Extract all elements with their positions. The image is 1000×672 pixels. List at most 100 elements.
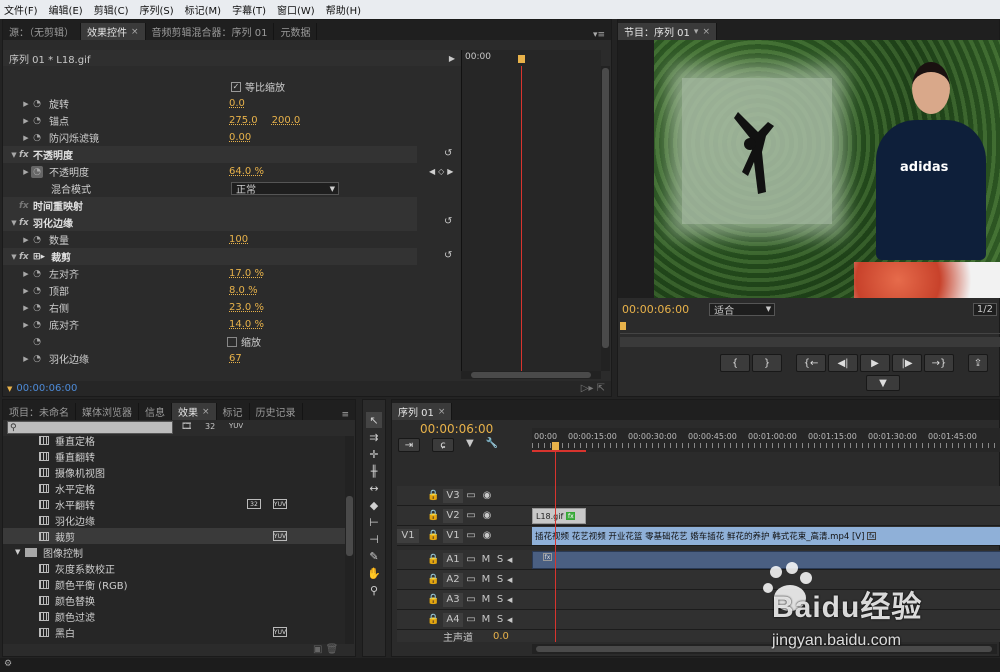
list-item[interactable]: 垂直翻转 bbox=[3, 448, 345, 464]
anchor-x-value[interactable]: 275.0 bbox=[229, 115, 258, 126]
stopwatch-icon[interactable]: ◔ bbox=[31, 285, 43, 297]
tab-sequence[interactable]: 序列 01 × bbox=[392, 403, 453, 420]
lock-icon[interactable]: 🔒 bbox=[427, 574, 443, 585]
ec-playhead-icon[interactable] bbox=[518, 55, 525, 63]
list-item[interactable]: 摄像机视图 bbox=[3, 464, 345, 480]
list-item[interactable]: 颜色替换 bbox=[3, 592, 345, 608]
speaker-icon[interactable]: ◀ bbox=[507, 556, 517, 564]
rotation-value[interactable]: 0.0 bbox=[229, 98, 245, 109]
flicker-value[interactable]: 0.00 bbox=[229, 132, 251, 143]
track-label[interactable]: A1 bbox=[443, 552, 463, 567]
program-scrubber[interactable] bbox=[620, 322, 1000, 334]
opacity-section[interactable]: ▼ fx 不透明度 bbox=[3, 146, 417, 163]
menu-window[interactable]: 窗口(W) bbox=[277, 2, 315, 17]
list-item[interactable]: 颜色平衡 (RGB) bbox=[3, 576, 345, 592]
mute-button[interactable]: M bbox=[479, 614, 493, 625]
stopwatch-icon[interactable]: ◔ bbox=[31, 302, 43, 314]
eye-icon[interactable]: ◉ bbox=[479, 490, 495, 501]
crop-left-value[interactable]: 17.0 % bbox=[229, 268, 264, 279]
menu-clip[interactable]: 剪辑(C) bbox=[94, 2, 129, 17]
close-icon[interactable]: × bbox=[202, 407, 210, 417]
film-icon[interactable]: ▭ bbox=[463, 510, 479, 521]
opacity-value[interactable]: 64.0 % bbox=[229, 166, 264, 177]
lift-button[interactable]: ⇪ bbox=[968, 354, 988, 372]
clip-l18-gif[interactable]: L18.gif fx bbox=[532, 508, 586, 524]
expand-triangle-icon[interactable]: ▶ bbox=[21, 270, 31, 278]
lock-icon[interactable]: 🔒 bbox=[427, 614, 443, 625]
track-label[interactable]: A3 bbox=[443, 592, 463, 607]
uniform-scale-checkbox[interactable]: ✓ bbox=[231, 81, 241, 92]
solo-button[interactable]: S bbox=[493, 574, 507, 585]
snap-icon[interactable]: ⇥ bbox=[398, 438, 420, 452]
menu-title[interactable]: 字幕(T) bbox=[232, 2, 266, 17]
tab-source[interactable]: 源：（无剪辑） bbox=[3, 23, 81, 40]
tab-effects[interactable]: 效果 × bbox=[172, 403, 217, 420]
track-label[interactable]: V1 bbox=[443, 528, 463, 543]
stopwatch-icon[interactable]: ◔ bbox=[31, 115, 43, 127]
close-icon[interactable]: × bbox=[438, 407, 446, 417]
go-to-in-button[interactable]: {← bbox=[796, 354, 826, 372]
expand-triangle-icon[interactable]: ▶ bbox=[21, 168, 31, 176]
selection-tool-icon[interactable]: ↖ bbox=[366, 412, 382, 428]
timeline-timecode[interactable]: 00:00:06:00 bbox=[420, 422, 493, 436]
razor-tool-icon[interactable]: ◆ bbox=[366, 497, 382, 513]
add-marker-icon[interactable]: ▼ bbox=[466, 438, 474, 452]
program-playhead-icon[interactable] bbox=[620, 322, 626, 330]
expand-triangle-icon[interactable]: ▶ bbox=[21, 355, 31, 363]
fit-select[interactable]: 适合 ▼ bbox=[709, 302, 776, 317]
wrench-icon[interactable]: 🔧 bbox=[486, 438, 498, 452]
collapse-triangle-icon[interactable]: ▼ bbox=[9, 219, 19, 227]
tab-markers[interactable]: 标记 bbox=[217, 403, 250, 420]
step-back-button[interactable]: ◀| bbox=[828, 354, 858, 372]
tab-history[interactable]: 历史记录 bbox=[250, 403, 303, 420]
expand-triangle-icon[interactable]: ▶ bbox=[21, 236, 31, 244]
ec-hscrollbar[interactable] bbox=[461, 371, 601, 379]
keyframe-nav-icon[interactable]: ◀◇▶ bbox=[429, 167, 456, 176]
folder-image-control[interactable]: ▼ 图像控制 bbox=[3, 544, 345, 560]
mute-button[interactable]: M bbox=[479, 594, 493, 605]
timeline-playhead-icon[interactable] bbox=[552, 442, 559, 450]
reset-icon[interactable]: ↺ bbox=[444, 250, 452, 261]
stopwatch-icon[interactable]: ◔ bbox=[31, 268, 43, 280]
mute-button[interactable]: M bbox=[479, 554, 493, 565]
tab-effect-controls[interactable]: 效果控件 × bbox=[81, 23, 146, 40]
crop-top-value[interactable]: 8.0 % bbox=[229, 285, 258, 296]
film-icon[interactable]: ▭ bbox=[463, 554, 479, 565]
track-label[interactable]: A4 bbox=[443, 612, 463, 627]
crop-bottom-value[interactable]: 14.0 % bbox=[229, 319, 264, 330]
add-marker-button[interactable]: ▼ bbox=[866, 375, 900, 391]
go-to-out-button[interactable]: →} bbox=[924, 354, 954, 372]
tab-metadata[interactable]: 元数据 bbox=[274, 23, 318, 40]
ec-vscrollbar[interactable] bbox=[601, 66, 610, 371]
stopwatch-icon[interactable]: ◔ bbox=[31, 234, 43, 246]
lock-icon[interactable]: 🔒 bbox=[427, 510, 443, 521]
zoom-checkbox[interactable] bbox=[227, 336, 237, 347]
expand-triangle-icon[interactable]: ▶ bbox=[21, 117, 31, 125]
amount-value[interactable]: 100 bbox=[229, 234, 248, 245]
program-zoom-bar[interactable] bbox=[620, 337, 1000, 347]
stopwatch-icon[interactable]: ◔ bbox=[31, 319, 43, 331]
menu-file[interactable]: 文件(F) bbox=[4, 2, 38, 17]
list-item[interactable]: 水平翻转 32 YUV bbox=[3, 496, 345, 512]
list-item[interactable]: 垂直定格 bbox=[3, 436, 345, 448]
list-item[interactable]: 水平定格 bbox=[3, 480, 345, 496]
effects-vscrollbar[interactable] bbox=[345, 436, 354, 644]
crop-right-value[interactable]: 23.0 % bbox=[229, 302, 264, 313]
stopwatch-icon[interactable]: ◔ bbox=[31, 353, 43, 365]
timeline-ruler[interactable]: 00:00 00:00:15:00 00:00:30:00 00:00:45:0… bbox=[532, 428, 1000, 452]
track-label[interactable]: V3 bbox=[443, 488, 463, 503]
crop-section[interactable]: ▼ fx ⊞▸ 裁剪 bbox=[3, 248, 417, 265]
pen-tool-icon[interactable]: ✎ bbox=[366, 548, 382, 564]
list-item[interactable]: 羽化边缘 bbox=[3, 512, 345, 528]
new-bin-icon[interactable]: ▣ 🗑 bbox=[313, 644, 338, 655]
anchor-y-value[interactable]: 200.0 bbox=[272, 115, 301, 126]
master-value[interactable]: 0.0 bbox=[493, 631, 509, 642]
menu-sequence[interactable]: 序列(S) bbox=[139, 2, 173, 17]
resolution-select[interactable]: 1/2 bbox=[972, 302, 997, 316]
ec-timecode[interactable]: 00:00:06:00 bbox=[16, 383, 77, 394]
list-item[interactable]: 颜色过滤 bbox=[3, 608, 345, 624]
expand-triangle-icon[interactable]: ▶ bbox=[21, 100, 31, 108]
lock-icon[interactable]: 🔒 bbox=[427, 490, 443, 501]
program-timecode[interactable]: 00:00:06:00 bbox=[622, 303, 689, 316]
film-icon[interactable]: ▭ bbox=[463, 490, 479, 501]
